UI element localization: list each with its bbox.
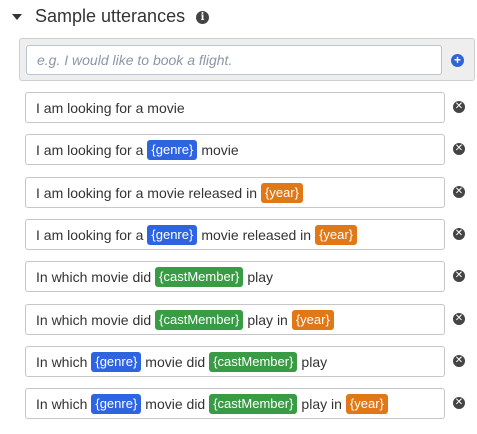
caret-down-icon[interactable] [12,14,22,20]
slot-tag-year[interactable]: {year} [315,224,358,245]
info-icon[interactable]: i [196,11,209,24]
utterance-row[interactable]: I am looking for a {genre} movie [25,134,445,165]
slot-tag-year[interactable]: {year} [345,393,388,414]
utterance-row[interactable]: In which movie did {castMember} play in {ye… [25,304,445,335]
slot-tag-castMember[interactable]: {castMember} [209,351,298,372]
utterance-row[interactable]: I am looking for a movie [25,92,445,123]
close-circle-icon[interactable]: ✕ [453,228,465,240]
close-circle-icon[interactable]: ✕ [453,143,465,155]
utterance-row[interactable]: I am looking for a movie released in {yea… [25,177,445,208]
slot-tag-year[interactable]: {year} [291,309,334,330]
slot-tag-castMember[interactable]: {castMember} [155,266,244,287]
utterance-text: play in [247,311,288,328]
section-title: Sample utterances [35,6,186,26]
utterance-text: I am looking for a movie released in [36,184,257,201]
utterance-row[interactable]: In which movie did {castMember} play [25,261,445,292]
utterance-text: I am looking for a movie [36,99,185,116]
utterance-text: In which movie did [36,311,152,328]
new-utterance-panel: + [19,38,475,81]
utterance-text: In which [36,395,88,412]
utterance-row[interactable]: In which {genre} movie did {castMember} play [25,346,445,377]
close-circle-icon[interactable]: ✕ [453,270,465,282]
close-circle-icon[interactable]: ✕ [453,313,465,325]
slot-tag-year[interactable]: {year} [261,182,303,203]
utterance-text: In which [36,353,88,370]
utterance-text: play in [301,395,342,412]
utterance-row[interactable]: In which {genre} movie did {castMember} play… [25,388,445,419]
utterance-text: I am looking for a [36,141,144,158]
slot-tag-genre[interactable]: {genre} [147,224,198,245]
slot-tag-genre[interactable]: {genre} [91,351,142,372]
slot-tag-genre[interactable]: {genre} [91,393,142,414]
close-circle-icon[interactable]: ✕ [453,355,465,367]
utterance-text: I am looking for a [36,226,144,243]
new-utterance-input[interactable] [26,45,442,75]
utterance-text: play [247,268,274,285]
utterance-text: In which movie did [36,268,152,285]
utterance-text: movie [201,141,239,158]
utterance-row[interactable]: I am looking for a {genre} movie released … [25,219,445,250]
plus-circle-icon[interactable]: + [451,54,464,67]
close-circle-icon[interactable]: ✕ [453,101,465,113]
utterance-text: movie did [145,395,206,412]
section-header: Sample utterances i [0,0,477,34]
utterance-text: movie did [145,353,206,370]
close-circle-icon[interactable]: ✕ [453,397,465,409]
slot-tag-castMember[interactable]: {castMember} [209,393,298,414]
utterance-text: play [301,353,328,370]
utterance-text: movie released in [201,226,312,243]
slot-tag-genre[interactable]: {genre} [147,139,198,160]
slot-tag-castMember[interactable]: {castMember} [155,309,244,330]
close-circle-icon[interactable]: ✕ [453,186,465,198]
